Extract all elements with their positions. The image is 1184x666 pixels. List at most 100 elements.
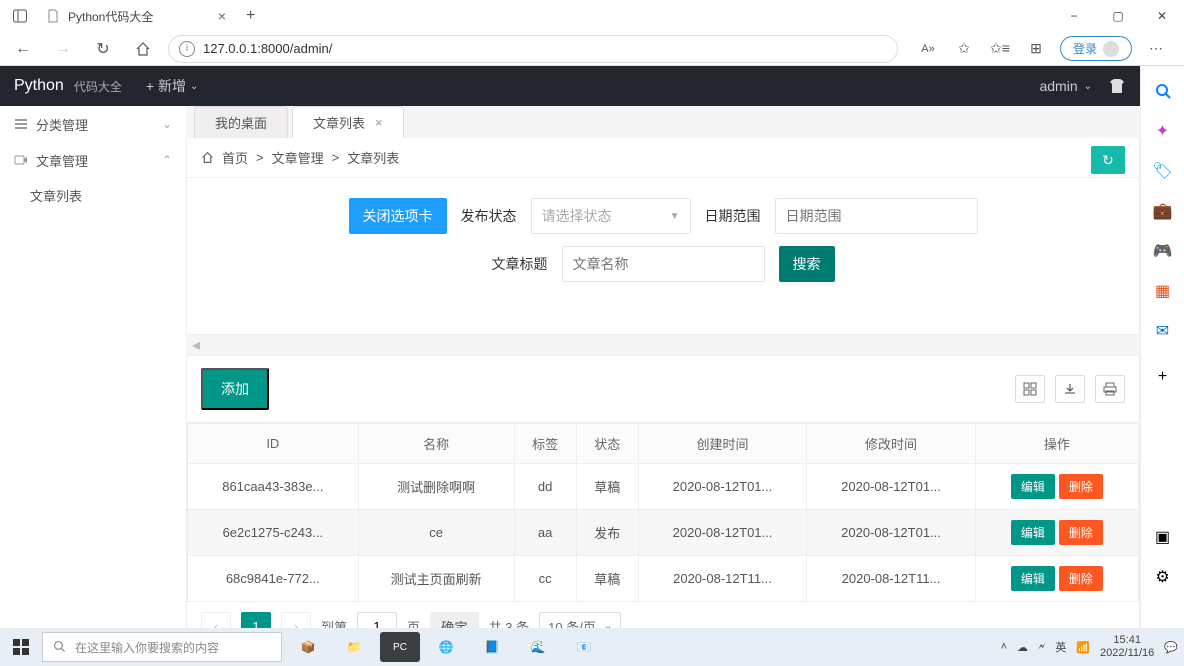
search-icon <box>53 640 67 654</box>
delete-button[interactable]: 删除 <box>1059 474 1103 499</box>
start-button[interactable] <box>6 632 36 662</box>
nav-category[interactable]: 分类管理 ⌄ <box>0 106 186 142</box>
window-maximize[interactable]: ▢ <box>1096 0 1140 32</box>
window-minimize[interactable]: − <box>1052 0 1096 32</box>
sparkle-icon[interactable]: ✦ <box>1152 120 1174 142</box>
taskbar-app-chrome[interactable]: 🌐 <box>426 632 466 662</box>
edit-button[interactable]: 编辑 <box>1011 566 1055 591</box>
tab-article-list[interactable]: 文章列表 × <box>292 106 404 138</box>
title-label: 文章标题 <box>492 254 548 274</box>
tag-icon[interactable]: 🏷 <box>1152 160 1174 182</box>
taskbar-app-explorer[interactable]: 📁 <box>334 632 374 662</box>
edit-button[interactable]: 编辑 <box>1011 474 1055 499</box>
close-icon[interactable]: × <box>375 115 383 130</box>
export-icon[interactable] <box>1055 375 1085 403</box>
tshirt-icon[interactable] <box>1108 77 1126 95</box>
briefcase-icon[interactable]: 💼 <box>1152 200 1174 222</box>
edit-button[interactable]: 编辑 <box>1011 520 1055 545</box>
home-icon <box>201 151 214 164</box>
tray-battery-icon[interactable]: 🗲 <box>1038 641 1045 654</box>
browser-tab[interactable]: Python代码大全 × <box>36 1 236 31</box>
delete-button[interactable]: 删除 <box>1059 520 1103 545</box>
office-icon[interactable]: ▦ <box>1152 280 1174 302</box>
col-created: 创建时间 <box>638 424 807 464</box>
tab-sidebar-icon[interactable] <box>6 2 34 30</box>
col-ops: 操作 <box>975 424 1138 464</box>
col-id: ID <box>188 424 359 464</box>
table-row: 68c9841e-772... 测试主页面刷新 cc 草稿 2020-08-12… <box>188 556 1139 602</box>
search-button[interactable]: 搜索 <box>779 246 835 282</box>
title-input[interactable] <box>562 246 765 282</box>
refresh-button[interactable]: ↻ <box>88 34 118 64</box>
print-icon[interactable] <box>1095 375 1125 403</box>
tray-up-icon[interactable]: ˄ <box>1001 641 1007 653</box>
col-name: 名称 <box>358 424 514 464</box>
left-nav: 分类管理 ⌄ 文章管理 ⌃ 文章列表 <box>0 106 186 628</box>
status-select[interactable]: 请选择状态 ▼ <box>531 198 691 234</box>
chevron-down-icon: ⌄ <box>1084 81 1092 92</box>
user-menu[interactable]: admin ⌄ <box>1039 78 1092 94</box>
url-text: 127.0.0.1:8000/admin/ <box>203 41 332 56</box>
delete-button[interactable]: 删除 <box>1059 566 1103 591</box>
settings-icon[interactable]: ⚙ <box>1152 566 1174 588</box>
status-label: 发布状态 <box>461 206 517 226</box>
forward-button: → <box>48 34 78 64</box>
home-button[interactable] <box>128 34 158 64</box>
tray-wifi-icon[interactable]: 📶 <box>1076 641 1090 654</box>
col-status: 状态 <box>576 424 638 464</box>
star-outline-icon[interactable]: ✩ <box>952 37 976 61</box>
caret-down-icon: ▼ <box>670 211 680 222</box>
favorites-icon[interactable]: ✩≡ <box>988 37 1012 61</box>
window-close[interactable]: ✕ <box>1140 0 1184 32</box>
browser-login-button[interactable]: 登录 <box>1060 36 1132 61</box>
taskbar-search[interactable]: 在这里输入你要搜索的内容 <box>42 632 282 662</box>
taskbar-app-boxes[interactable]: 📦 <box>288 632 328 662</box>
chevron-down-icon: ⌄ <box>190 81 198 92</box>
nav-article[interactable]: 文章管理 ⌃ <box>0 142 186 178</box>
chevron-down-icon: ⌄ <box>162 117 172 131</box>
read-aloud-icon[interactable]: A» <box>916 37 940 61</box>
article-table: ID 名称 标签 状态 创建时间 修改时间 操作 861caa43-383e..… <box>187 423 1139 602</box>
collapse-handle[interactable]: ◂ <box>186 335 1140 355</box>
back-button[interactable]: ← <box>8 34 38 64</box>
taskbar-app-pycharm[interactable]: PC <box>380 632 420 662</box>
search-icon[interactable] <box>1152 80 1174 102</box>
tray-cloud-icon[interactable]: ☁ <box>1017 641 1028 654</box>
refresh-page-button[interactable]: ↻ <box>1091 146 1125 174</box>
chevron-up-icon: ⌃ <box>162 153 172 167</box>
col-tag: 标签 <box>514 424 576 464</box>
page-icon <box>46 9 60 23</box>
close-tabs-button[interactable]: 关闭选项卡 <box>349 198 447 234</box>
collections-icon[interactable]: ⊞ <box>1024 37 1048 61</box>
site-info-icon[interactable]: i <box>179 41 195 57</box>
app-header: Python 代码大全 + 新增 ⌄ admin ⌄ <box>0 66 1140 106</box>
add-button[interactable]: 添加 <box>201 368 269 410</box>
taskbar-app-mail[interactable]: 📧 <box>564 632 604 662</box>
taskbar-app-word[interactable]: 📘 <box>472 632 512 662</box>
table-row: 861caa43-383e... 测试删除啊啊 dd 草稿 2020-08-12… <box>188 464 1139 510</box>
outlook-icon[interactable]: ✉ <box>1152 320 1174 342</box>
brand-sub: 代码大全 <box>74 78 122 95</box>
more-icon[interactable]: ⋯ <box>1144 37 1168 61</box>
list-icon <box>14 117 28 131</box>
plus-icon: + <box>146 78 154 94</box>
tray-notification-icon[interactable]: 💬 <box>1164 641 1178 654</box>
address-bar[interactable]: i 127.0.0.1:8000/admin/ <box>168 35 898 63</box>
nav-article-list[interactable]: 文章列表 <box>0 178 186 212</box>
game-icon[interactable]: 🎮 <box>1152 240 1174 262</box>
columns-icon[interactable] <box>1015 375 1045 403</box>
date-range-input[interactable] <box>775 198 978 234</box>
new-tab-button[interactable]: + <box>238 7 263 25</box>
breadcrumb: 首页 > 文章管理 > 文章列表 ↻ <box>186 138 1140 178</box>
taskbar-app-edge[interactable]: 🌊 <box>518 632 558 662</box>
panel-icon[interactable]: ▣ <box>1152 526 1174 548</box>
tray-clock[interactable]: 15:41 2022/11/16 <box>1100 634 1154 660</box>
col-modified: 修改时间 <box>807 424 976 464</box>
avatar-icon <box>1103 41 1119 57</box>
tray-ime-icon[interactable]: 英 <box>1055 639 1066 655</box>
plus-icon[interactable]: + <box>1152 366 1174 388</box>
close-tab-icon[interactable]: × <box>218 8 226 24</box>
tab-desktop[interactable]: 我的桌面 <box>194 106 288 138</box>
tab-title: Python代码大全 <box>68 8 153 25</box>
add-menu[interactable]: + 新增 ⌄ <box>146 76 199 96</box>
